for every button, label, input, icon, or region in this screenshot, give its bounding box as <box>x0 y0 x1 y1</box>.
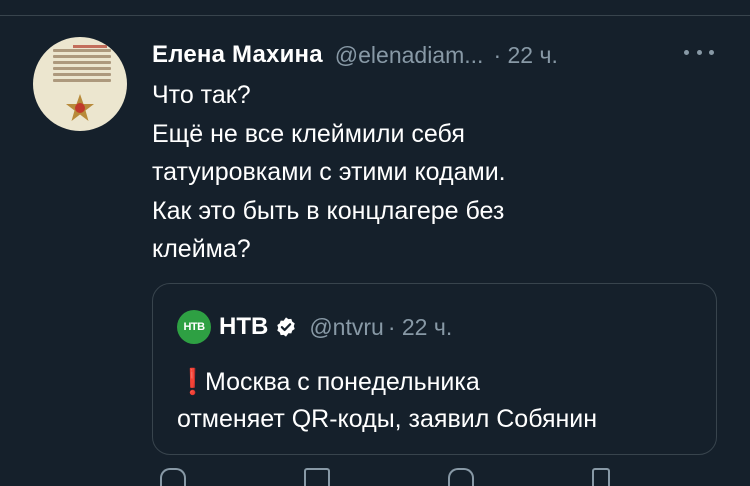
tweet-text-line: Ещё не все клеймили себя <box>152 119 465 148</box>
exclamation-icon: ❗ <box>177 368 209 396</box>
top-divider <box>0 15 750 16</box>
author-avatar[interactable] <box>33 37 127 131</box>
reply-icon[interactable] <box>160 468 186 486</box>
more-icon[interactable] <box>684 50 714 60</box>
ntv-logo[interactable]: НТВ <box>177 310 211 344</box>
tweet-actions <box>152 468 632 486</box>
quoted-tweet-text: ❗Москва с понедельника отменяет QR-коды,… <box>177 364 597 438</box>
retweet-icon[interactable] <box>304 468 330 486</box>
tweet-text-line: татуировками с этими кодами. <box>152 158 506 186</box>
author-handle[interactable]: @elenadiam... <box>335 42 484 69</box>
quoted-author-handle[interactable]: @ntvru <box>309 314 383 341</box>
like-icon[interactable] <box>448 468 474 486</box>
quoted-text-line-1: Москва с понедельника <box>205 368 480 396</box>
medal-icon <box>66 94 94 121</box>
tweet-header: Елена Махина @elenadiam... · 22 ч. <box>152 40 558 70</box>
tweet-text-line: клейма? <box>152 235 251 263</box>
tweet-text-line: Как это быть в концлагере без <box>152 196 505 225</box>
quoted-tweet-card[interactable]: НТВ НТВ @ntvru · 22 ч. ❗Москва с понедел… <box>152 283 717 455</box>
quoted-author-name[interactable]: НТВ <box>219 313 268 341</box>
tweet-text-line: Что так? <box>152 81 251 109</box>
tweet-timestamp[interactable]: · 22 ч. <box>493 42 557 69</box>
quoted-tweet-header: НТВ НТВ @ntvru · 22 ч. <box>177 310 452 344</box>
quoted-text-line: ❗Москва с понедельника <box>177 364 597 401</box>
quoted-text-line-2: отменяет QR-коды, заявил Собянин <box>177 405 598 433</box>
tweet-text: Что так? Ещё не все клеймили себя татуир… <box>152 76 712 269</box>
author-name[interactable]: Елена Махина <box>152 41 323 69</box>
share-icon[interactable] <box>592 468 610 486</box>
quoted-tweet-timestamp[interactable]: · 22 ч. <box>388 314 452 341</box>
verified-icon <box>277 317 296 337</box>
